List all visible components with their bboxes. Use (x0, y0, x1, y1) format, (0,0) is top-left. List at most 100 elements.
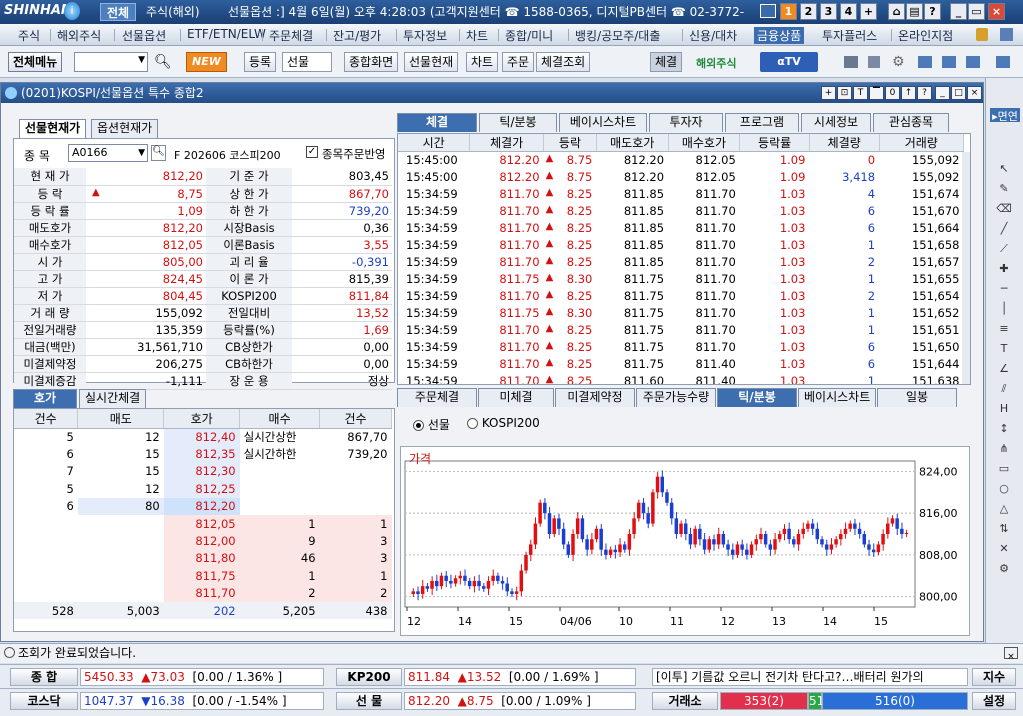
layout3-icon[interactable] (966, 56, 980, 68)
bid-price[interactable]: 811,75 (163, 567, 240, 585)
bid-row[interactable]: 812,05 1 1 (14, 514, 392, 533)
window-text-icon[interactable]: T (853, 86, 868, 100)
tab-futures-current[interactable]: 선물현재가 (19, 119, 87, 138)
composite-index[interactable]: 5450.33 ▲73.03 [0.00 / 1.36% ] (80, 668, 324, 686)
tick-tab[interactable]: 베이시스차트 (559, 113, 647, 132)
search-icon[interactable]: 🔍︎ (154, 54, 172, 70)
grid-icon[interactable] (1000, 28, 1013, 41)
menu-financial-products[interactable]: 금융상품 (754, 27, 805, 44)
code-input[interactable]: A0166 ▼ (68, 144, 148, 162)
restore-icon[interactable]: ▭ (968, 3, 985, 20)
menu-stock[interactable]: 주식 (18, 27, 40, 44)
pencil-icon[interactable]: ✎ (996, 182, 1012, 196)
top-tab-overseas[interactable]: 주식(해외) (140, 3, 206, 21)
screen-2-button[interactable]: 2 (800, 3, 817, 20)
chart-button[interactable]: 차트 (466, 52, 499, 72)
kp200-index[interactable]: 811.84 ▲13.52 [0.00 / 1.69% ] (404, 668, 636, 686)
menu-balance[interactable]: 잔고/평가 (333, 27, 381, 44)
lock-icon[interactable] (976, 28, 988, 41)
tick-tab[interactable]: 시세정보 (801, 113, 871, 132)
chevron-down-icon[interactable]: ▼ (138, 55, 145, 65)
chart-tab[interactable]: 미체결 (478, 388, 554, 407)
menu-mini[interactable]: 종합/미니 (505, 27, 553, 44)
futures-index[interactable]: 812.20 ▲8.75 [0.00 / 1.09% ] (404, 692, 636, 710)
menu-order[interactable]: 주문체결 (269, 27, 313, 44)
printer-icon[interactable] (844, 56, 858, 68)
tick-tab[interactable]: 틱/분봉 (479, 113, 557, 132)
screen-1-button[interactable]: 1 (780, 3, 797, 20)
fan-icon[interactable]: ⋔ (996, 442, 1012, 456)
menu-overseas[interactable]: 해외주식 (57, 27, 101, 44)
channel-icon[interactable]: ⫽ (996, 382, 1012, 396)
menu-credit[interactable]: 신용/대차 (689, 27, 737, 44)
minimize-icon[interactable]: _ (950, 3, 967, 20)
bid-row[interactable]: 812,00 9 3 (14, 532, 392, 550)
menu-online-branch[interactable]: 온라인지점 (898, 27, 953, 44)
chart-tab[interactable]: 미결제약정 (555, 388, 635, 407)
futures-select[interactable]: 선물 (282, 52, 332, 72)
window-up-icon[interactable]: ↑ (901, 86, 916, 100)
layout4-icon[interactable] (996, 56, 1010, 68)
red-arrow-icon[interactable]: ⇅ (996, 522, 1012, 536)
bid-row[interactable]: 811,80 46 3 (14, 549, 392, 568)
tick-tab[interactable]: 관심종목 (873, 113, 949, 132)
radio-kospi200[interactable]: KOSPI200 (467, 416, 540, 430)
menu-banking[interactable]: 뱅킹/공모주/대출 (575, 27, 660, 44)
screen-search-combo[interactable]: ▼ (74, 52, 148, 72)
ask-price[interactable]: 812,35 (163, 445, 240, 463)
top-tab-all[interactable]: 전체 (100, 3, 137, 21)
window-link-icon[interactable]: ⊡ (837, 86, 852, 100)
ask-row[interactable]: 5 12 812,40 실시간상한 867,70 (14, 428, 392, 446)
new-badge-button[interactable]: NEW (186, 52, 227, 72)
bid-price[interactable]: 812,00 (163, 532, 240, 550)
bid-price[interactable]: 811,80 (163, 549, 240, 568)
side-toggle-button[interactable]: ▸면연 (990, 108, 1020, 123)
h-icon[interactable]: H (996, 402, 1012, 416)
bid-price[interactable]: 811,70 (163, 584, 240, 602)
screen-3-button[interactable]: 3 (820, 3, 837, 20)
order-button[interactable]: 주문 (502, 52, 535, 72)
ask-price[interactable]: 812,20 (163, 497, 240, 515)
search-icon[interactable]: 🔍︎ (151, 145, 166, 161)
close-icon[interactable]: × (988, 3, 1005, 20)
status-close-icon[interactable]: × (1004, 647, 1018, 662)
layout2-icon[interactable] (942, 56, 956, 68)
kosdaq-index[interactable]: 1047.37 ▼16.38 [0.00 / -1.54% ] (80, 692, 324, 710)
menu-invest-info[interactable]: 투자정보 (403, 27, 447, 44)
tab-realtime-trades[interactable]: 실시간체결 (79, 389, 147, 408)
settings-icon[interactable]: ⚙ (996, 562, 1012, 576)
help-icon[interactable]: ? (924, 3, 941, 20)
home-icon[interactable]: ⌂ (888, 3, 905, 20)
bid-row[interactable]: 811,75 1 1 (14, 567, 392, 585)
triangle-icon[interactable]: △ (996, 502, 1012, 516)
radio-futures-dot[interactable] (413, 420, 424, 431)
ask-row[interactable]: 7 15 812,30 (14, 462, 392, 481)
window-add-icon[interactable]: + (821, 86, 836, 100)
bid-row[interactable]: 811,70 2 2 (14, 584, 392, 602)
chevron-down-icon[interactable]: ▼ (138, 145, 145, 161)
window-info-icon[interactable]: 0 (885, 86, 900, 100)
line-icon[interactable]: ╱ (996, 222, 1012, 236)
rect-icon[interactable]: ▭ (996, 462, 1012, 476)
calculator-icon[interactable] (868, 56, 880, 68)
chart-tab[interactable]: 틱/분봉 (717, 388, 797, 407)
alpha-tv-button[interactable]: αTV (760, 52, 818, 72)
tick-tab[interactable]: 프로그램 (725, 113, 799, 132)
cross-icon[interactable]: ✚ (996, 262, 1012, 276)
circle-icon[interactable]: ○ (996, 482, 1012, 496)
gear-icon[interactable]: ⚙ (892, 54, 905, 70)
ask-price[interactable]: 812,30 (163, 462, 240, 481)
chart-tab[interactable]: 주문체결 (397, 388, 477, 407)
all-menu-button[interactable]: 전체메뉴 (8, 52, 63, 72)
vertical-line-icon[interactable]: │ (996, 302, 1012, 316)
window-pin-icon[interactable]: ▔ (869, 86, 884, 100)
trade-inquiry-button[interactable]: 체결조회 (536, 52, 591, 72)
menu-etf[interactable]: ETF/ETN/ELW (187, 27, 266, 41)
ask-row[interactable]: 6 15 812,35 실시간하한 739,20 (14, 445, 392, 463)
eraser-icon[interactable]: ⌫ (996, 202, 1012, 216)
window-close-icon[interactable]: × (967, 86, 982, 100)
composite-screen-button[interactable]: 종합화면 (344, 52, 399, 72)
window-help-icon[interactable]: ? (917, 86, 932, 100)
tick-scrollbar[interactable] (962, 152, 970, 384)
chart-tab[interactable]: 베이시스차트 (798, 388, 876, 407)
